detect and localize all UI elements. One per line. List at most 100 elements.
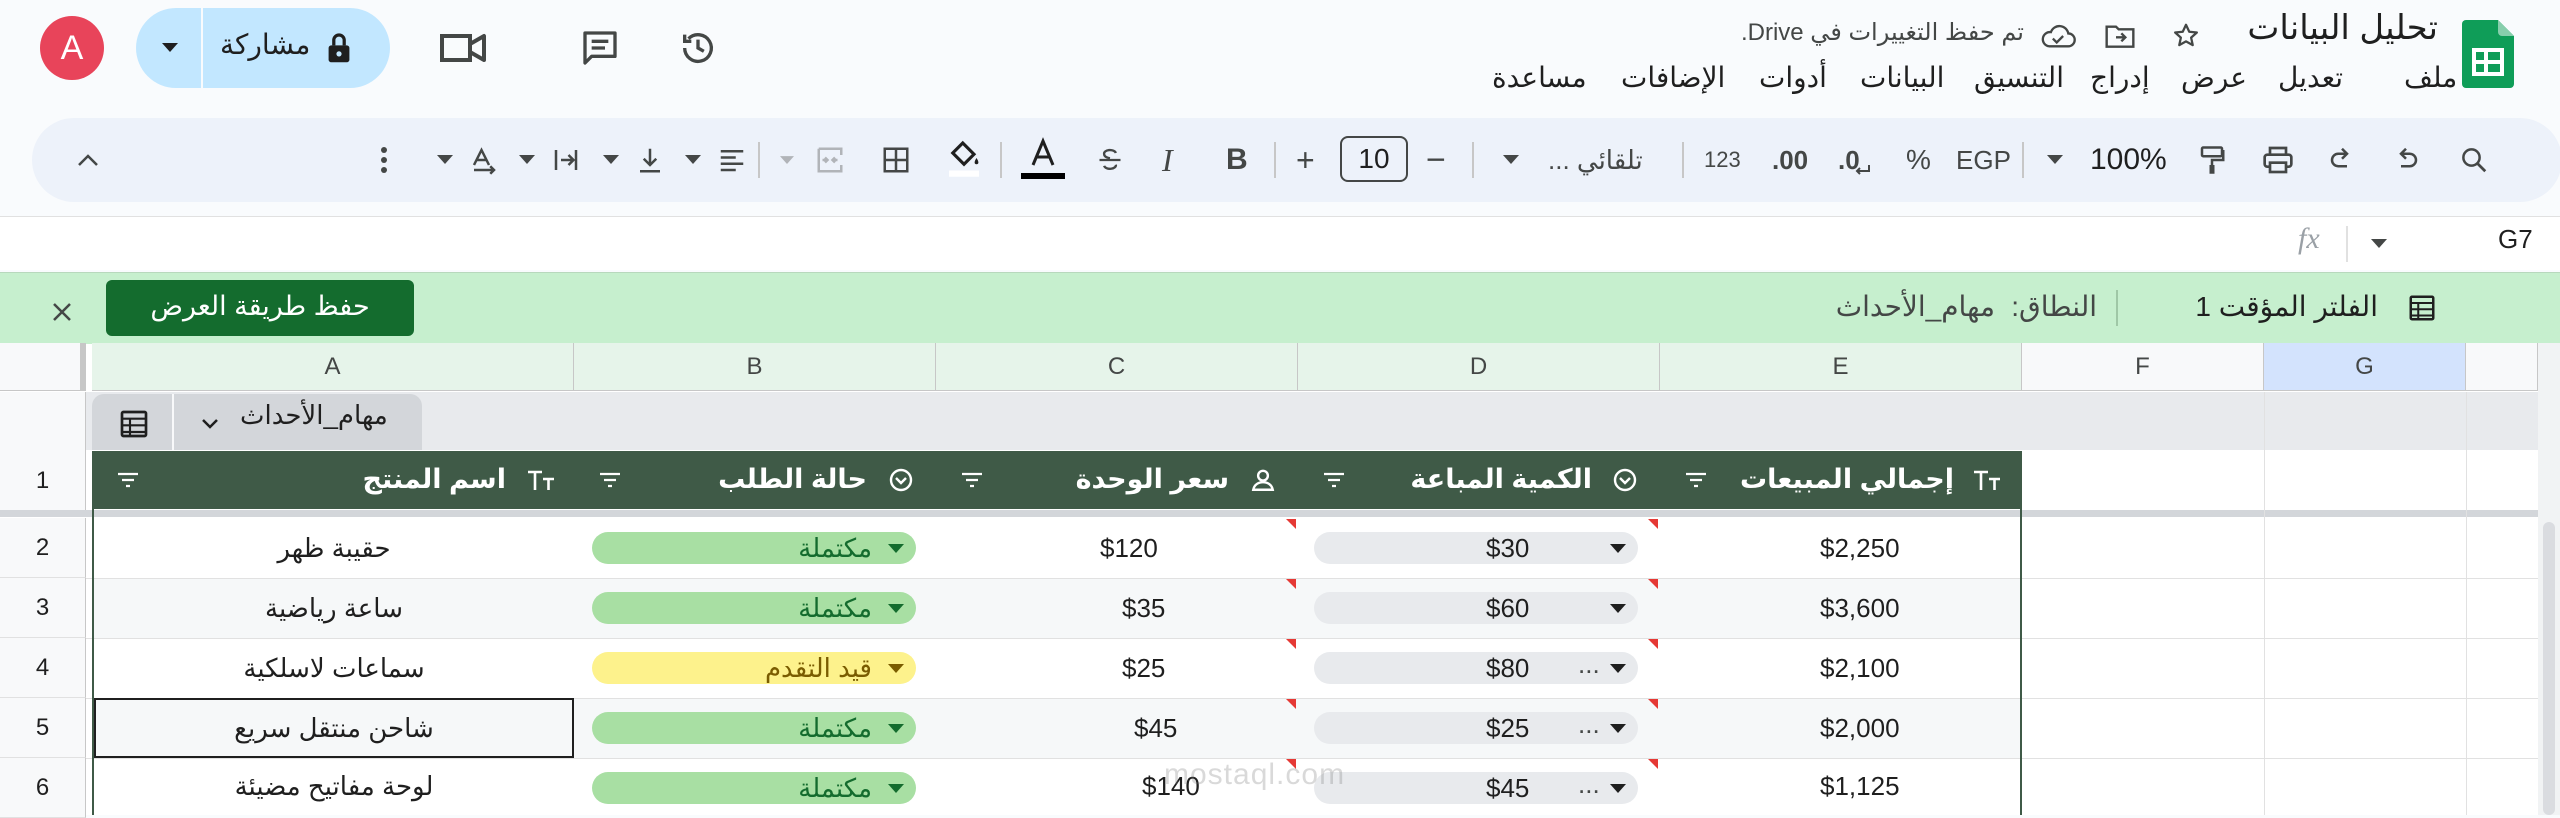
share-dropdown-arrow-icon[interactable] — [154, 32, 186, 64]
quantity-chip[interactable]: $60 — [1314, 592, 1638, 624]
font-size-input[interactable]: 10 — [1340, 136, 1408, 182]
cell-product[interactable]: لوحة مفاتيح مضيئة — [94, 758, 574, 815]
strikethrough-icon[interactable] — [1092, 140, 1128, 180]
menu-view[interactable]: عرض — [2181, 60, 2247, 96]
font-dropdown-icon[interactable] — [1496, 148, 1526, 172]
menu-file[interactable]: ملف — [2404, 60, 2457, 96]
row-header-3[interactable]: 3 — [0, 578, 86, 638]
rotation-dropdown-icon[interactable] — [432, 148, 458, 172]
cell-total-sales[interactable]: $2,250 — [1820, 518, 2000, 578]
column-header-g[interactable]: G — [2264, 343, 2466, 391]
status-chip[interactable]: مكتملة — [592, 592, 916, 624]
text-rotation-icon[interactable] — [464, 140, 504, 180]
header-quantity-sold[interactable]: الكمية المباعة — [1410, 459, 1592, 499]
column-header-d[interactable]: D — [1298, 343, 1660, 391]
percent-format[interactable]: % — [1906, 140, 1931, 180]
share-button[interactable]: مشاركة — [136, 8, 390, 88]
status-chip[interactable]: مكتملة — [592, 532, 916, 564]
header-unit-price[interactable]: سعر الوحدة — [1076, 459, 1229, 499]
cell-total-sales[interactable]: $1,125 — [1820, 758, 2000, 815]
menu-insert[interactable]: إدراج — [2090, 60, 2150, 96]
quantity-chip[interactable]: $30 — [1314, 532, 1638, 564]
vertical-scrollbar[interactable] — [2543, 522, 2555, 815]
cell-product[interactable]: سماعات لاسلكية — [94, 638, 574, 698]
cell-total-sales[interactable]: $2,000 — [1820, 698, 2000, 758]
menu-help[interactable]: مساعدة — [1492, 60, 1587, 96]
name-box-dropdown-icon[interactable] — [2364, 232, 2394, 256]
status-chip[interactable]: مكتملة — [592, 712, 916, 744]
increase-decimal[interactable]: .00 — [1772, 140, 1808, 180]
range-value[interactable]: مهام_الأحداث — [1836, 290, 1995, 323]
quantity-chip[interactable]: $80 ... — [1314, 649, 1638, 684]
menu-data[interactable]: البيانات — [1860, 60, 1944, 96]
undo-icon[interactable] — [2386, 140, 2426, 180]
select-all-corner[interactable] — [0, 343, 86, 391]
cell-product[interactable]: حقيبة ظهر — [94, 518, 574, 578]
more-options-icon[interactable] — [364, 140, 404, 180]
column-header-c[interactable]: C — [936, 343, 1298, 391]
table-menu-icon[interactable] — [114, 404, 154, 444]
font-family-select[interactable]: تلقائي ... — [1548, 140, 1643, 180]
avatar[interactable]: A — [40, 16, 104, 80]
menu-format[interactable]: التنسيق — [1974, 60, 2064, 96]
filter-icon[interactable] — [594, 466, 626, 494]
cell-unit-price[interactable]: $120 — [1100, 518, 1280, 578]
row-header-1[interactable]: 1 — [0, 450, 86, 512]
row-header-2[interactable]: 2 — [0, 518, 86, 578]
zoom-dropdown-icon[interactable] — [2040, 148, 2070, 172]
menu-extensions[interactable]: الإضافات — [1621, 60, 1725, 96]
font-size-decrease[interactable]: − — [1426, 140, 1446, 180]
name-box[interactable]: G7 — [2498, 224, 2533, 255]
filter-view-name[interactable]: الفلتر المؤقت 1 — [2195, 290, 2378, 323]
save-view-button[interactable]: حفظ طريقة العرض — [106, 280, 414, 336]
filter-icon[interactable] — [1680, 466, 1712, 494]
horizontal-align-icon[interactable] — [712, 140, 752, 180]
header-total-sales[interactable]: إجمالي المبيعات — [1740, 459, 1954, 499]
quantity-chip[interactable]: $45 ... — [1314, 769, 1638, 804]
redo-icon[interactable] — [2322, 140, 2362, 180]
filter-icon[interactable] — [1318, 466, 1350, 494]
star-icon[interactable] — [2168, 18, 2204, 54]
column-header-e[interactable]: E — [1660, 343, 2022, 391]
wrap-dropdown-icon[interactable] — [514, 148, 540, 172]
filter-icon[interactable] — [112, 466, 144, 494]
table-name[interactable]: مهام_الأحداث — [240, 400, 388, 431]
column-header-a[interactable]: A — [92, 343, 574, 391]
borders-icon[interactable] — [876, 140, 916, 180]
menu-edit[interactable]: تعديل — [2278, 60, 2343, 96]
font-size-increase[interactable]: + — [1296, 140, 1315, 180]
halign-dropdown-icon[interactable] — [680, 148, 706, 172]
status-chip[interactable]: قيد التقدم — [592, 652, 916, 684]
meet-icon[interactable] — [432, 24, 496, 72]
column-header-f[interactable]: F — [2022, 343, 2264, 391]
currency-format[interactable]: EGP — [1956, 140, 2011, 180]
text-color-icon[interactable] — [1018, 134, 1068, 182]
row-header-5[interactable]: 5 — [0, 698, 86, 758]
sheets-logo-icon[interactable] — [2462, 20, 2514, 88]
vertical-align-icon[interactable] — [630, 140, 670, 180]
header-product-name[interactable]: اسم المنتج — [363, 459, 506, 499]
row-header-4[interactable]: 4 — [0, 638, 86, 698]
more-formats[interactable]: 123 — [1704, 140, 1741, 180]
filter-icon[interactable] — [956, 466, 988, 494]
text-wrapping-icon[interactable] — [546, 140, 586, 180]
paint-format-icon[interactable] — [2192, 140, 2232, 180]
comments-icon[interactable] — [576, 24, 624, 72]
row-header-6[interactable]: 6 — [0, 758, 86, 818]
collapse-menus-icon[interactable] — [70, 144, 106, 176]
cell-unit-price[interactable]: $25 — [1122, 638, 1282, 698]
cloud-saved-icon[interactable] — [2038, 18, 2078, 54]
close-filter-view-icon[interactable] — [44, 294, 80, 330]
italic-icon[interactable]: I — [1162, 140, 1173, 180]
search-menus-icon[interactable] — [2454, 140, 2494, 180]
quantity-chip[interactable]: $25 ... — [1314, 709, 1638, 744]
bold-icon[interactable]: B — [1226, 140, 1248, 180]
fill-color-icon[interactable] — [942, 134, 986, 182]
move-folder-icon[interactable] — [2102, 18, 2138, 54]
cell-product-selected[interactable]: شاحن منتقل سريع — [94, 698, 574, 758]
cell-total-sales[interactable]: $2,100 — [1820, 638, 2000, 698]
menu-tools[interactable]: أدوات — [1759, 60, 1827, 96]
column-header-b[interactable]: B — [574, 343, 936, 391]
cell-total-sales[interactable]: $3,600 — [1820, 578, 2000, 638]
version-history-icon[interactable] — [674, 24, 722, 72]
